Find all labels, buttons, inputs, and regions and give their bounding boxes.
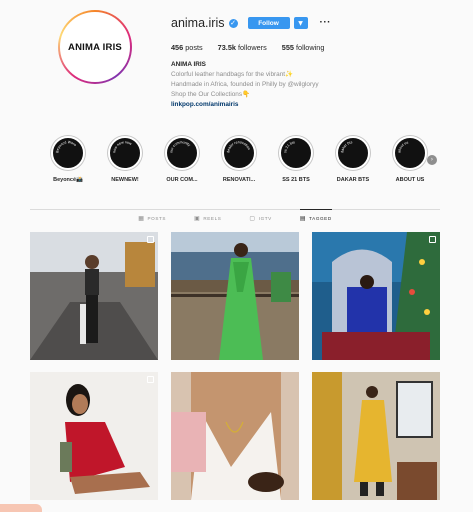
svg-text:about us: about us: [397, 140, 409, 153]
highlight-ring-text: about us: [397, 140, 409, 153]
grid-post[interactable]: [30, 372, 158, 500]
highlight-dakar-bts[interactable]: dakar bts DAKAR BTS: [331, 136, 375, 183]
follow-button[interactable]: Follow: [247, 17, 290, 29]
following-count[interactable]: 555 following: [282, 43, 325, 52]
grid-post[interactable]: [30, 232, 158, 360]
followers-count[interactable]: 73.5k followers: [218, 43, 267, 52]
profile-tabs: ▦ POSTS ▣ REELS ▢ IGTV ▤ TAGGED: [30, 209, 440, 227]
tab-posts[interactable]: ▦ POSTS: [138, 209, 166, 227]
highlight-cover: ss 21 bts: [279, 136, 313, 170]
svg-text:dealer renovation: dealer renovation: [226, 140, 251, 153]
highlight-ring-text: dakar bts: [340, 140, 353, 153]
tab-reels[interactable]: ▣ REELS: [194, 209, 221, 227]
highlight-label: NEWNEW!: [111, 177, 139, 183]
bio-line: Shop the Our Collections👇: [171, 91, 251, 98]
bio-name: ANIMA IRIS: [171, 61, 206, 68]
igtv-icon: ▢: [249, 215, 256, 222]
highlight-cover: now new now: [108, 136, 142, 170]
highlight-cover: dakar bts: [336, 136, 370, 170]
highlight-cover: dealer renovation: [222, 136, 256, 170]
tab-igtv[interactable]: ▢ IGTV: [249, 209, 271, 227]
verified-badge-icon: ✓: [228, 18, 238, 28]
highlight-our-community[interactable]: our community OUR COM...: [160, 136, 204, 183]
avatar: ANIMA IRIS: [60, 12, 130, 82]
highlight-ring-text: our community: [169, 140, 191, 153]
grid-post[interactable]: [171, 372, 299, 500]
post-image: [312, 372, 440, 500]
avatar-logo-text: ANIMA IRIS: [68, 41, 122, 53]
multi-photo-icon: [429, 236, 436, 243]
highlight-renovation[interactable]: dealer renovation RENOVATI...: [217, 136, 261, 183]
svg-text:ss 21 bts: ss 21 bts: [283, 140, 295, 153]
highlight-beyonce[interactable]: Beyoncé Wore Beyoncé📸: [46, 136, 90, 183]
highlight-ring-text: ss 21 bts: [283, 140, 295, 153]
grid-post[interactable]: [312, 232, 440, 360]
profile-header-row: anima.iris ✓ Follow ▼ ···: [171, 15, 331, 31]
profile-bio: ANIMA IRIS Colorful leather handbags for…: [171, 60, 319, 110]
highlight-about-us[interactable]: about us ABOUT US: [388, 136, 432, 183]
highlight-ring-text: Beyoncé Wore: [55, 140, 77, 153]
highlight-label: Beyoncé📸: [53, 177, 83, 183]
multi-photo-icon: [147, 376, 154, 383]
svg-text:our community: our community: [169, 140, 191, 153]
post-image: [30, 372, 158, 500]
highlight-ss21-bts[interactable]: ss 21 bts SS 21 BTS: [274, 136, 318, 183]
highlight-cover: about us: [393, 136, 427, 170]
story-highlights: Beyoncé Wore Beyoncé📸 now new now NEWNEW…: [46, 136, 446, 188]
suggested-accounts-chevron-icon[interactable]: ▼: [293, 17, 308, 29]
bio-line: Handmade in Africa, founded in Philly by…: [171, 81, 319, 88]
post-image: [30, 232, 158, 360]
highlight-cover: Beyoncé Wore: [51, 136, 85, 170]
posts-count: 456 posts: [171, 43, 203, 52]
bio-link[interactable]: linkpop.com/animairis: [171, 100, 319, 110]
tab-tagged[interactable]: ▤ TAGGED: [299, 209, 332, 227]
profile-username: anima.iris: [171, 16, 225, 30]
post-image: [312, 232, 440, 360]
highlight-cover: our community: [165, 136, 199, 170]
grid-post[interactable]: [171, 232, 299, 360]
grid-icon: ▦: [138, 215, 145, 222]
highlight-label: ABOUT US: [395, 177, 425, 183]
profile-avatar[interactable]: ANIMA IRIS: [58, 10, 132, 84]
highlight-ring-text: now new now: [112, 140, 133, 153]
decorative-corner: [0, 504, 42, 512]
grid-post[interactable]: [312, 372, 440, 500]
tagged-icon: ▤: [299, 215, 307, 222]
post-image: [171, 232, 299, 360]
svg-text:Beyoncé Wore: Beyoncé Wore: [55, 140, 77, 153]
highlight-label: RENOVATI...: [222, 177, 256, 183]
reels-icon: ▣: [194, 215, 201, 222]
highlight-ring-text: dealer renovation: [226, 140, 251, 153]
svg-text:dakar bts: dakar bts: [340, 140, 353, 153]
profile-stats: 456 posts 73.5k followers 555 following: [171, 43, 339, 52]
svg-text:now new now: now new now: [112, 140, 133, 153]
more-options-icon[interactable]: ···: [320, 18, 332, 28]
highlight-label: SS 21 BTS: [282, 177, 310, 183]
post-image: [171, 372, 299, 500]
highlight-label: DAKAR BTS: [336, 177, 370, 183]
highlight-newnew[interactable]: now new now NEWNEW!: [103, 136, 147, 183]
highlights-next-chevron-icon[interactable]: ›: [427, 155, 437, 165]
multi-photo-icon: [147, 236, 154, 243]
highlight-label: OUR COM...: [166, 177, 198, 183]
bio-line: Colorful leather handbags for the vibran…: [171, 71, 293, 78]
